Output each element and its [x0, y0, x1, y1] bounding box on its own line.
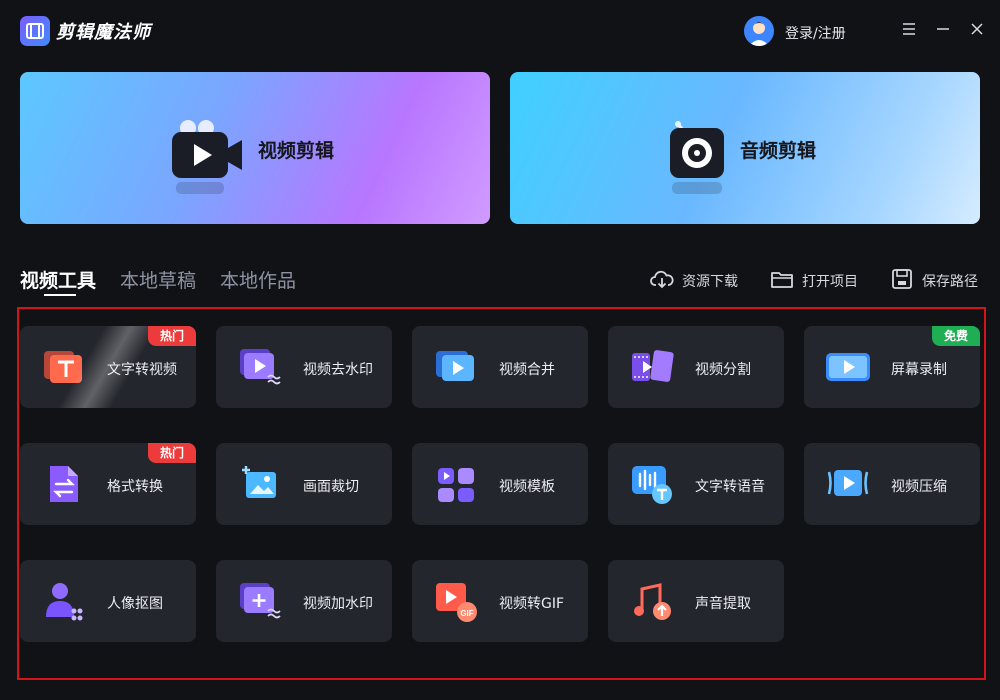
tool-text-to-video[interactable]: 文字转视频 热门 [20, 326, 196, 408]
audio-edit-label: 音频剪辑 [740, 140, 817, 162]
tool-label: 文字转语音 [695, 479, 765, 495]
open-project-label: 打开项目 [802, 274, 858, 290]
portrait-cutout-icon [42, 579, 86, 623]
template-icon [434, 462, 478, 506]
tool-audio-extract[interactable]: 声音提取 [608, 560, 784, 642]
screen-record-icon [826, 345, 870, 389]
tool-label: 视频模板 [499, 479, 555, 495]
tool-label: 视频转GIF [499, 596, 565, 612]
minimize-icon[interactable] [934, 20, 952, 38]
close-icon[interactable] [968, 20, 986, 38]
tool-video-template[interactable]: 视频模板 [412, 443, 588, 525]
tool-label: 格式转换 [107, 479, 163, 495]
free-badge: 免费 [932, 326, 980, 346]
video-edit-card[interactable]: 视频剪辑 [20, 72, 490, 224]
tool-label: 视频分割 [695, 362, 751, 378]
remove-watermark-icon [238, 345, 282, 389]
save-path-button[interactable]: 保存路径 [890, 268, 978, 294]
resource-download-button[interactable]: 资源下载 [650, 268, 738, 294]
hot-badge: 热门 [148, 326, 196, 346]
tool-portrait-cutout[interactable]: 人像抠图 [20, 560, 196, 642]
tool-label: 画面裁切 [303, 479, 359, 495]
split-video-icon [630, 345, 674, 389]
tool-format-convert[interactable]: 格式转换 热门 [20, 443, 196, 525]
tool-crop[interactable]: 画面裁切 [216, 443, 392, 525]
tool-remove-watermark[interactable]: 视频去水印 [216, 326, 392, 408]
format-convert-icon [42, 462, 86, 506]
text-to-video-icon [42, 345, 86, 389]
tool-compress-video[interactable]: 视频压缩 [804, 443, 980, 525]
resource-download-label: 资源下载 [682, 274, 738, 290]
video-edit-label: 视频剪辑 [258, 140, 335, 162]
menu-icon[interactable] [900, 20, 918, 38]
save-path-label: 保存路径 [922, 274, 978, 290]
add-watermark-icon [238, 579, 282, 623]
tool-label: 视频压缩 [891, 479, 947, 495]
audio-edit-card[interactable]: 音频剪辑 [510, 72, 980, 224]
tab-local-drafts[interactable]: 本地草稿 [120, 266, 196, 293]
tool-screen-record[interactable]: 屏幕录制 免费 [804, 326, 980, 408]
tool-add-watermark[interactable]: 视频加水印 [216, 560, 392, 642]
user-avatar-icon[interactable] [744, 16, 774, 46]
video-camera-icon [170, 120, 244, 200]
tool-label: 视频合并 [499, 362, 555, 378]
active-tab-indicator [44, 294, 76, 296]
hot-badge: 热门 [148, 443, 196, 463]
folder-icon [770, 268, 794, 294]
tool-video-to-gif[interactable]: GIF 视频转GIF [412, 560, 588, 642]
login-register-link[interactable]: 登录/注册 [785, 23, 846, 43]
tool-label: 视频加水印 [303, 596, 373, 612]
svg-text:GIF: GIF [460, 609, 473, 618]
open-project-button[interactable]: 打开项目 [770, 268, 858, 294]
video-to-gif-icon: GIF [434, 579, 478, 623]
compress-video-icon [826, 462, 870, 506]
tool-label: 屏幕录制 [891, 362, 947, 378]
app-logo-icon [20, 16, 50, 46]
merge-video-icon [434, 345, 478, 389]
text-to-speech-icon [630, 462, 674, 506]
tool-text-to-speech[interactable]: 文字转语音 [608, 443, 784, 525]
tool-label: 文字转视频 [107, 362, 177, 378]
tool-label: 视频去水印 [303, 362, 373, 378]
tool-label: 人像抠图 [107, 596, 163, 612]
tab-local-works[interactable]: 本地作品 [220, 266, 296, 293]
crop-icon [238, 462, 282, 506]
cloud-download-icon [650, 268, 674, 294]
audio-extract-icon [630, 579, 674, 623]
tool-split-video[interactable]: 视频分割 [608, 326, 784, 408]
tool-merge-video[interactable]: 视频合并 [412, 326, 588, 408]
app-title: 剪辑魔法师 [56, 22, 151, 43]
save-icon [890, 268, 914, 294]
tool-label: 声音提取 [695, 596, 751, 612]
audio-disc-icon [668, 120, 730, 200]
tab-video-tools[interactable]: 视频工具 [20, 266, 96, 293]
